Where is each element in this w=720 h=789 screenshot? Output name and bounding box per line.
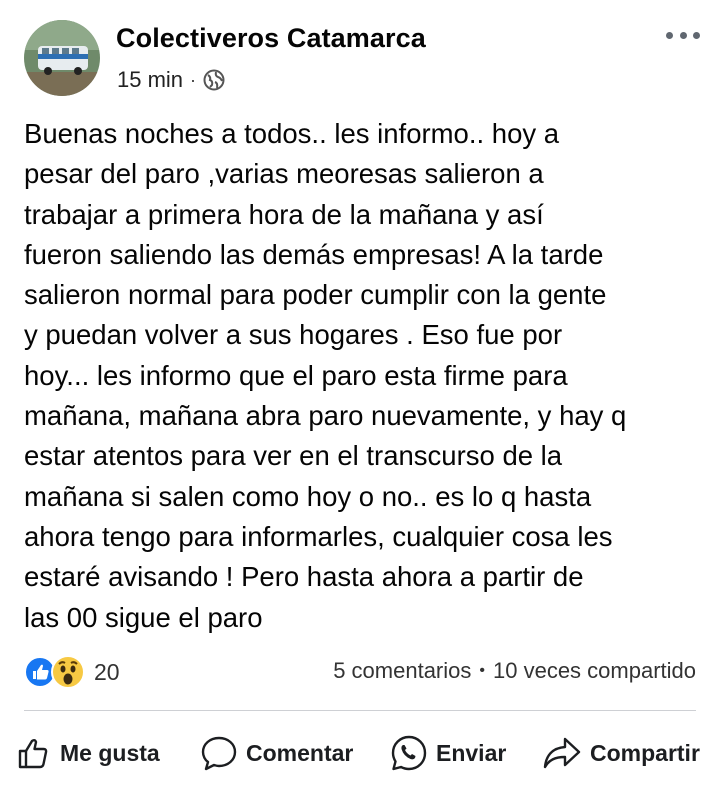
comment-label: Comentar [246, 739, 354, 766]
like-button[interactable]: Me gusta [16, 728, 160, 778]
post-meta: 15 min · [117, 66, 225, 94]
shares-count[interactable]: 10 veces compartido [493, 658, 696, 684]
like-label: Me gusta [60, 739, 160, 766]
post-timestamp[interactable]: 15 min [117, 67, 183, 93]
engagement-stats: 5 comentarios • 10 veces compartido [333, 658, 696, 684]
comment-button[interactable]: Comentar [200, 728, 353, 778]
reactions-summary[interactable]: 20 [24, 654, 120, 690]
page-name[interactable]: Colectiveros Catamarca [116, 23, 426, 54]
stats-separator: • [479, 662, 485, 679]
comments-count[interactable]: 5 comentarios [333, 658, 471, 684]
share-button[interactable]: Compartir [542, 728, 700, 778]
comment-bubble-icon [200, 734, 246, 772]
thumbs-up-icon [16, 735, 60, 771]
facebook-post: Colectiveros Catamarca 15 min · Buenas n… [0, 0, 720, 789]
post-text: Buenas noches a todos.. les informo.. ho… [24, 118, 627, 633]
whatsapp-icon [390, 734, 436, 772]
reaction-icons [24, 654, 88, 690]
meta-separator: · [190, 69, 197, 90]
more-options-icon[interactable] [666, 24, 700, 46]
page-avatar[interactable] [24, 20, 100, 96]
share-label: Compartir [590, 739, 700, 766]
send-button[interactable]: Enviar [390, 728, 506, 778]
action-bar: Me gusta Comentar Enviar Compartir [0, 728, 720, 778]
wow-reaction-icon [50, 654, 86, 690]
send-label: Enviar [436, 739, 507, 766]
globe-icon [203, 69, 225, 91]
divider [24, 710, 696, 711]
reaction-count: 20 [94, 658, 120, 685]
share-arrow-icon [542, 735, 590, 771]
